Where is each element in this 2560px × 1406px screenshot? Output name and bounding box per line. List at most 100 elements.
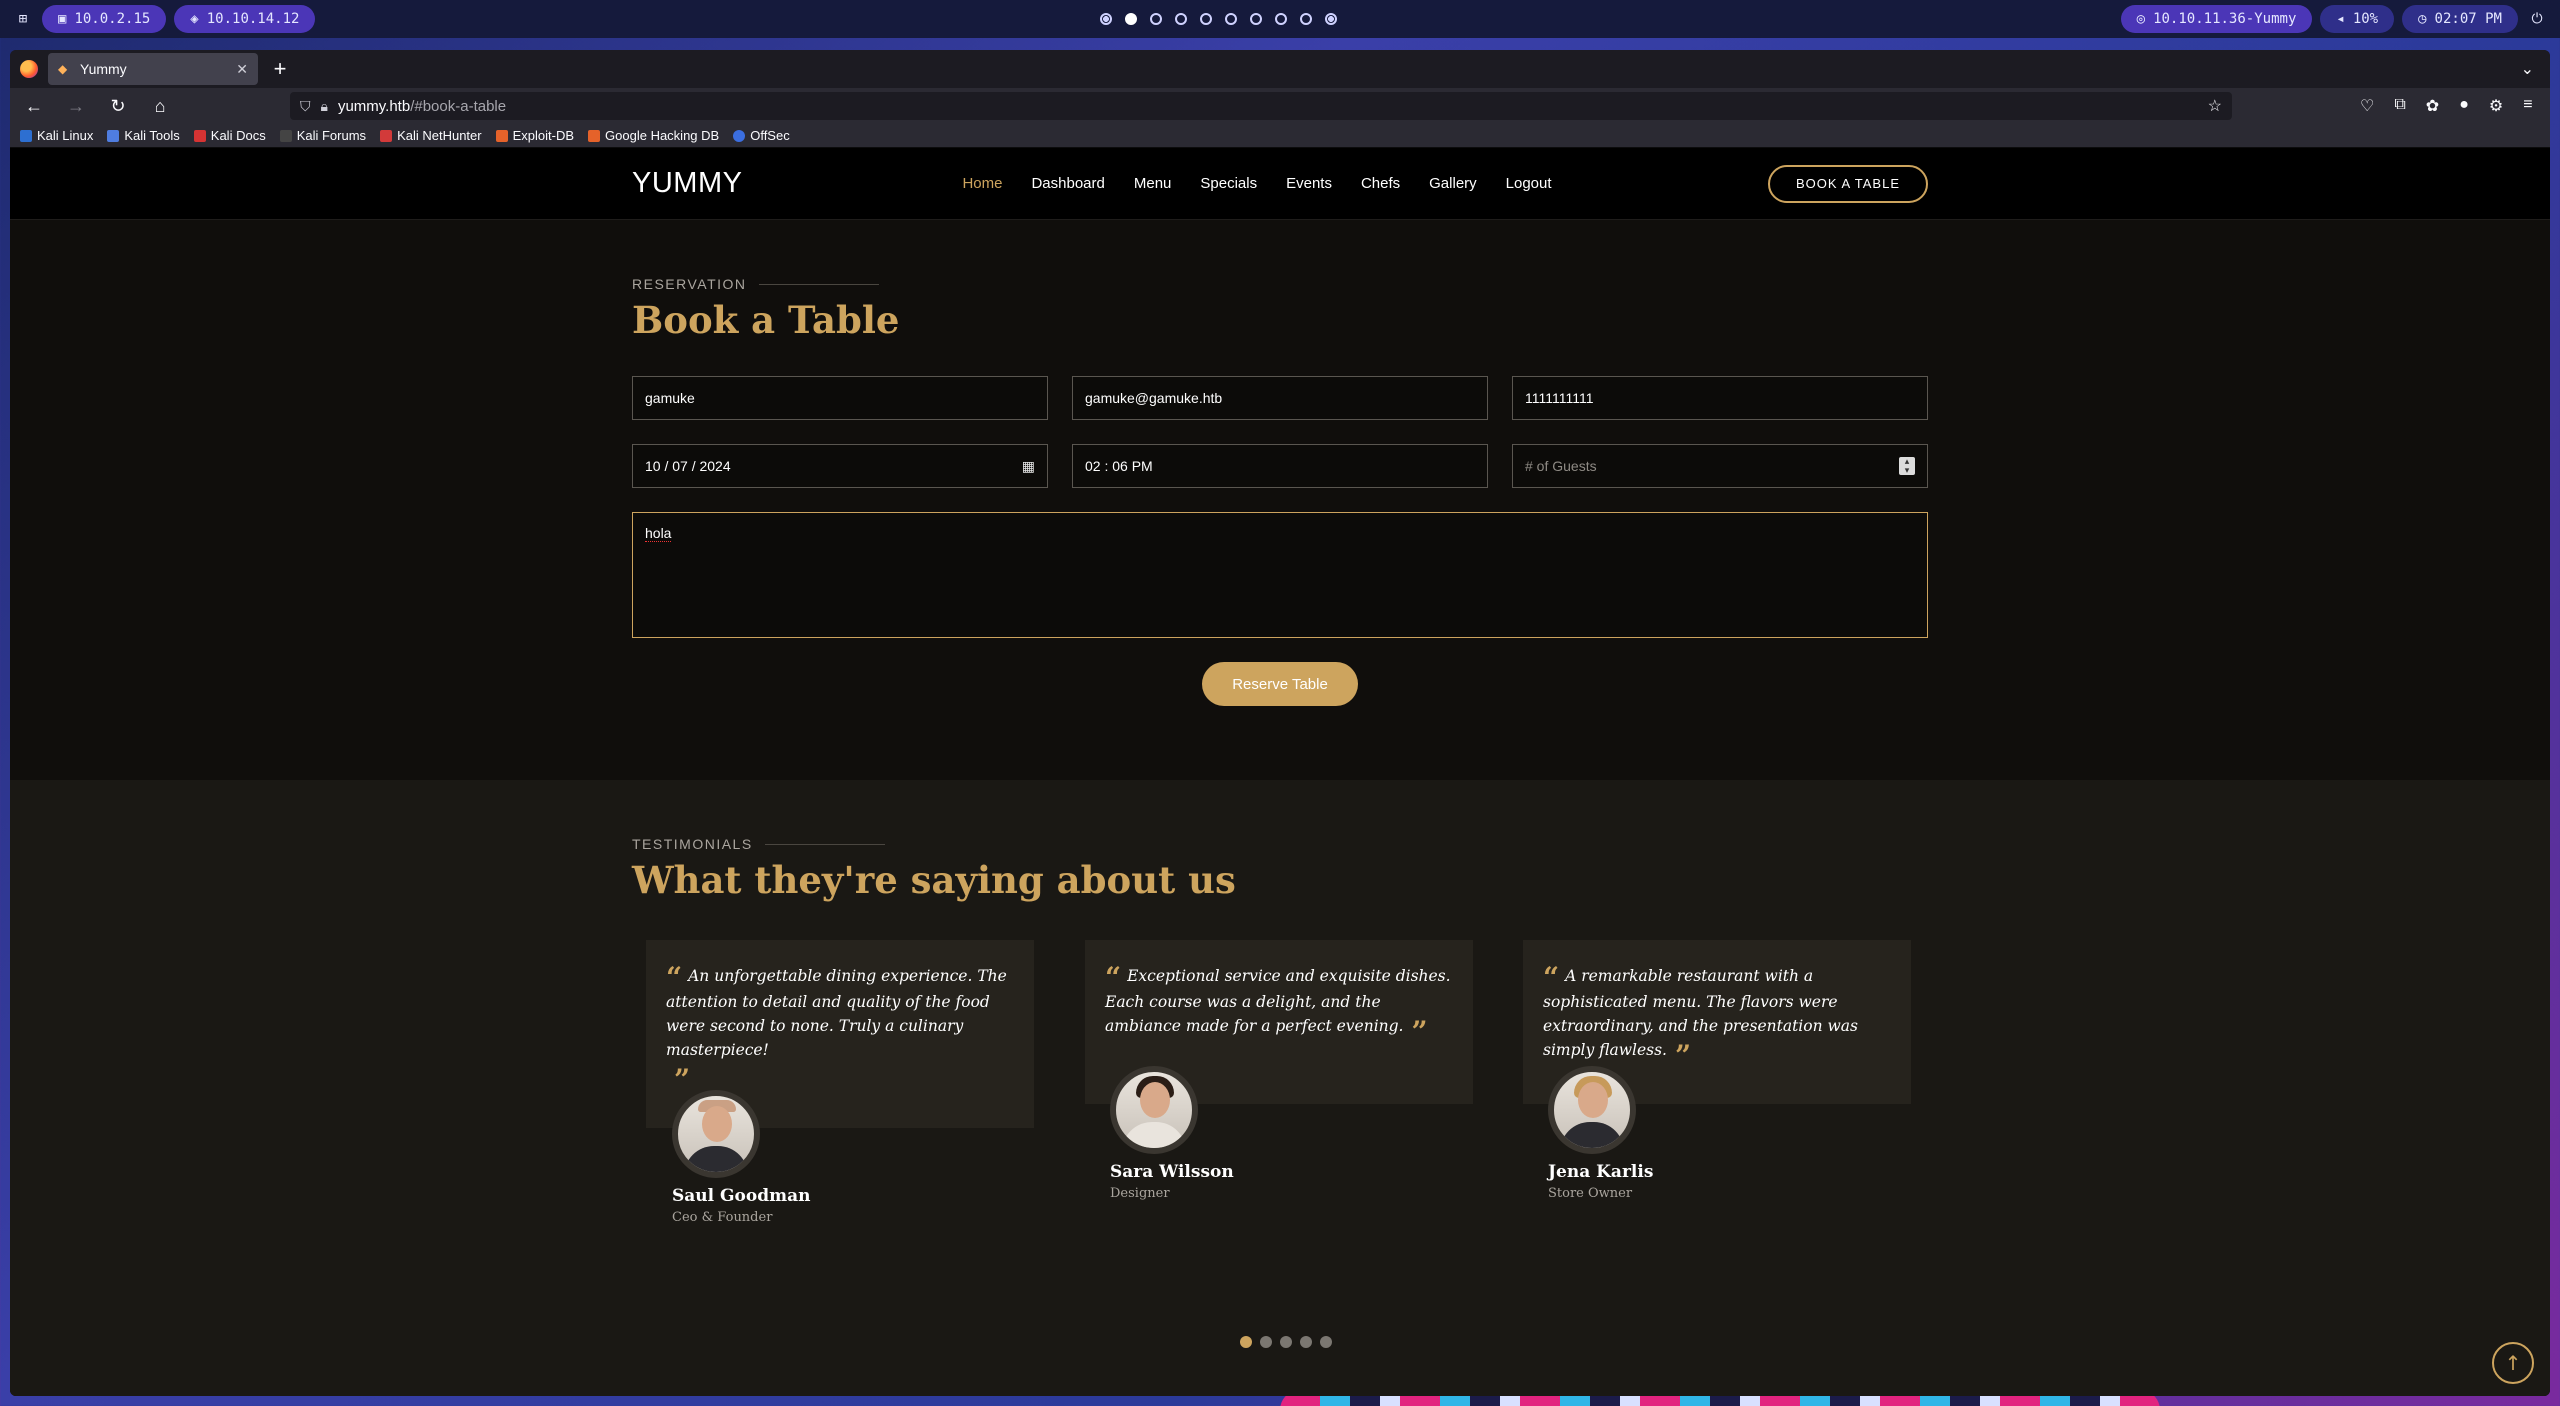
tab-bar: ◆ Yummy ✕ + ⌄: [10, 50, 2550, 88]
nav-specials[interactable]: Specials: [1200, 175, 1257, 192]
tracking-shield-icon[interactable]: ⛉: [300, 98, 311, 115]
quote-close-icon: ”: [1675, 1039, 1692, 1072]
main-nav: Home Dashboard Menu Specials Events Chef…: [962, 175, 1551, 192]
workspace-2[interactable]: [1124, 13, 1137, 25]
carousel-dot[interactable]: [1280, 1336, 1292, 1348]
forward-icon[interactable]: →: [64, 96, 88, 117]
workspace-switcher: [1099, 13, 1337, 25]
nav-chefs[interactable]: Chefs: [1361, 175, 1400, 192]
grid-icon[interactable]: ⊞: [12, 11, 34, 27]
avatar: [1110, 1066, 1198, 1154]
carousel-dot[interactable]: [1300, 1336, 1312, 1348]
avatar: [1548, 1066, 1636, 1154]
ip-chip-vpn[interactable]: ◈ 10.10.14.12: [174, 5, 316, 33]
testimonial-person: Saul Goodman Ceo & Founder: [672, 1090, 810, 1225]
number-spinner-icon[interactable]: ▴ ▾: [1899, 457, 1915, 475]
workspace-8[interactable]: [1274, 13, 1287, 25]
workspace-9[interactable]: [1299, 13, 1312, 25]
section-eyebrow: TESTIMONIALS: [632, 836, 2550, 852]
carousel-dot[interactable]: [1240, 1336, 1252, 1348]
menu-icon[interactable]: ≡: [2523, 96, 2532, 116]
nav-menu[interactable]: Menu: [1134, 175, 1172, 192]
bookmark-kali-linux[interactable]: Kali Linux: [20, 128, 93, 143]
workspace-1[interactable]: [1099, 13, 1112, 25]
bookmark-exploit-db[interactable]: Exploit-DB: [495, 128, 574, 143]
site-header: YUMMY Home Dashboard Menu Specials Event…: [10, 148, 2550, 220]
target-chip[interactable]: ◎ 10.10.11.36-Yummy: [2120, 5, 2313, 33]
shield-icon: ◈: [190, 11, 199, 27]
workspace-5[interactable]: [1199, 13, 1212, 25]
bookmark-google-hacking-db[interactable]: Google Hacking DB: [588, 128, 719, 143]
guests-field[interactable]: # of Guests ▴ ▾: [1512, 444, 1928, 488]
carousel-pagination: [1240, 1336, 1332, 1348]
phone-field[interactable]: 1111111111: [1512, 376, 1928, 420]
book-table-button[interactable]: BOOK A TABLE: [1767, 164, 1928, 203]
quote-open-icon: “: [666, 961, 683, 994]
kali-docs-icon: [193, 129, 206, 142]
nav-events[interactable]: Events: [1286, 175, 1332, 192]
calendar-icon[interactable]: ▦: [1022, 458, 1035, 475]
bookmark-kali-nethunter[interactable]: Kali NetHunter: [380, 128, 482, 143]
new-tab-icon[interactable]: +: [268, 56, 292, 82]
power-icon[interactable]: ⏻: [2526, 11, 2548, 27]
reserve-table-button[interactable]: Reserve Table: [1202, 662, 1358, 706]
favicon-icon: ◆: [58, 62, 68, 76]
nav-dashboard[interactable]: Dashboard: [1031, 175, 1104, 192]
bookmark-kali-tools[interactable]: Kali Tools: [107, 128, 180, 143]
speaker-icon: ◂: [2336, 11, 2345, 27]
workspace-10[interactable]: [1324, 13, 1337, 25]
chevron-down-icon[interactable]: ⌄: [2521, 59, 2540, 79]
bookmark-kali-forums[interactable]: Kali Forums: [279, 128, 366, 143]
close-tab-icon[interactable]: ✕: [236, 61, 248, 78]
extensions-icon[interactable]: ⧉: [2394, 96, 2405, 116]
scroll-top-arrow-icon[interactable]: ↑: [2492, 1342, 2534, 1384]
avatar: [672, 1090, 760, 1178]
section-title: What they're saying about us: [632, 858, 1236, 902]
ip-chip-local[interactable]: ▣ 10.0.2.15: [42, 5, 167, 33]
testimonial-carousel: “An unforgettable dining experience. The…: [632, 940, 1928, 1240]
settings-icon[interactable]: ⚙: [2489, 96, 2503, 116]
cookie-icon[interactable]: ●: [2459, 96, 2469, 116]
quote-open-icon: “: [1543, 961, 1560, 994]
back-icon[interactable]: ←: [22, 96, 46, 117]
nav-logout[interactable]: Logout: [1506, 175, 1552, 192]
bookmark-kali-docs[interactable]: Kali Docs: [193, 128, 266, 143]
reservation-section: RESERVATION Book a Table gamuke gamuke@g…: [10, 220, 2550, 780]
exploit-db-icon: [495, 129, 508, 142]
kali-icon: [20, 129, 32, 142]
lock-icon[interactable]: 🔒︎: [321, 98, 328, 115]
clock-chip[interactable]: ◷ 02:07 PM: [2402, 5, 2518, 33]
home-icon[interactable]: ⌂: [148, 96, 172, 117]
site-logo[interactable]: YUMMY: [632, 167, 742, 200]
carousel-dot[interactable]: [1320, 1336, 1332, 1348]
nav-gallery[interactable]: Gallery: [1429, 175, 1477, 192]
toolbar-icons: ♡ ⧉ ✿ ● ⚙ ≡: [2360, 96, 2533, 116]
carousel-dot[interactable]: [1260, 1336, 1272, 1348]
date-field[interactable]: 10 / 07 / 2024 ▦: [632, 444, 1048, 488]
bookmark-offsec[interactable]: OffSec: [733, 128, 790, 143]
desktop-panel: ⊞ ▣ 10.0.2.15 ◈ 10.10.14.12 ◎ 10.10.11.3…: [0, 0, 2560, 38]
reload-icon[interactable]: ↻: [106, 96, 130, 117]
nav-home[interactable]: Home: [962, 175, 1002, 192]
time-field[interactable]: 02 : 06 PM: [1072, 444, 1488, 488]
workspace-7[interactable]: [1249, 13, 1262, 25]
workspace-4[interactable]: [1174, 13, 1187, 25]
addon-icon[interactable]: ✿: [2426, 96, 2439, 116]
message-textarea[interactable]: hola: [632, 512, 1928, 638]
bookmarks-bar: Kali Linux Kali Tools Kali Docs Kali For…: [10, 124, 2550, 148]
testimonial-person: Sara Wilsson Designer: [1110, 1066, 1234, 1201]
volume-chip[interactable]: ◂ 10%: [2320, 5, 2395, 33]
reservation-form: gamuke gamuke@gamuke.htb 1111111111 10 /…: [632, 376, 1928, 488]
pocket-icon[interactable]: ♡: [2360, 96, 2374, 116]
nav-bar: ← → ↻ ⌂ ⛉ 🔒︎ yummy.htb/#book-a-table ☆ ♡…: [10, 88, 2550, 124]
email-field[interactable]: gamuke@gamuke.htb: [1072, 376, 1488, 420]
bookmark-star-icon[interactable]: ☆: [2208, 96, 2222, 116]
name-field[interactable]: gamuke: [632, 376, 1048, 420]
workspace-3[interactable]: [1149, 13, 1162, 25]
quote-open-icon: “: [1105, 961, 1122, 994]
tab-yummy[interactable]: ◆ Yummy ✕: [48, 53, 258, 85]
url-bar[interactable]: ⛉ 🔒︎ yummy.htb/#book-a-table ☆: [290, 92, 2232, 120]
section-title: Book a Table: [632, 298, 900, 342]
workspace-6[interactable]: [1224, 13, 1237, 25]
quote-close-icon: ”: [1411, 1015, 1428, 1048]
